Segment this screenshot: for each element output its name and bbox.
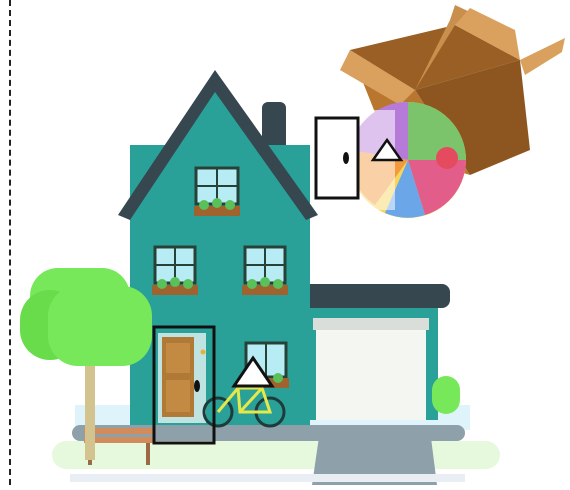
- eye-dot-icon: [194, 380, 200, 392]
- shrub: [432, 376, 460, 414]
- selection-frame-ball[interactable]: [314, 116, 360, 200]
- game-scene: [0, 0, 570, 485]
- garage-roof: [300, 284, 450, 308]
- garage-door-frame: [313, 318, 429, 330]
- garage-door: [316, 330, 426, 420]
- left-dashed-border: [9, 0, 11, 485]
- window-top: [194, 166, 240, 216]
- window-mid-left: [152, 245, 198, 295]
- front-door: [158, 333, 206, 423]
- eye-dot-icon: [343, 152, 349, 164]
- foreground-strip: [70, 474, 465, 482]
- scene-canvas: [20, 5, 565, 485]
- window-mid-right: [242, 245, 288, 295]
